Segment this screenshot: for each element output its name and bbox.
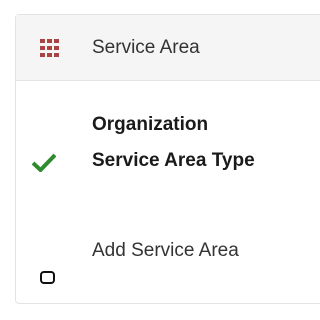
wizard-steps-panel: Service Area Organization Service Area T… xyxy=(15,14,320,304)
step-label: Organization Service Area Type xyxy=(92,114,255,171)
circle-icon xyxy=(40,271,55,284)
step-add-service-area[interactable]: Add Service Area xyxy=(16,235,320,305)
step-organization-service-area-type[interactable]: Organization Service Area Type xyxy=(16,107,320,219)
section-header-label: Service Area xyxy=(92,37,200,58)
step-label: Add Service Area xyxy=(92,240,239,261)
section-header: Service Area xyxy=(16,15,320,81)
checkmark-icon xyxy=(32,153,56,172)
grid-icon xyxy=(40,39,59,57)
